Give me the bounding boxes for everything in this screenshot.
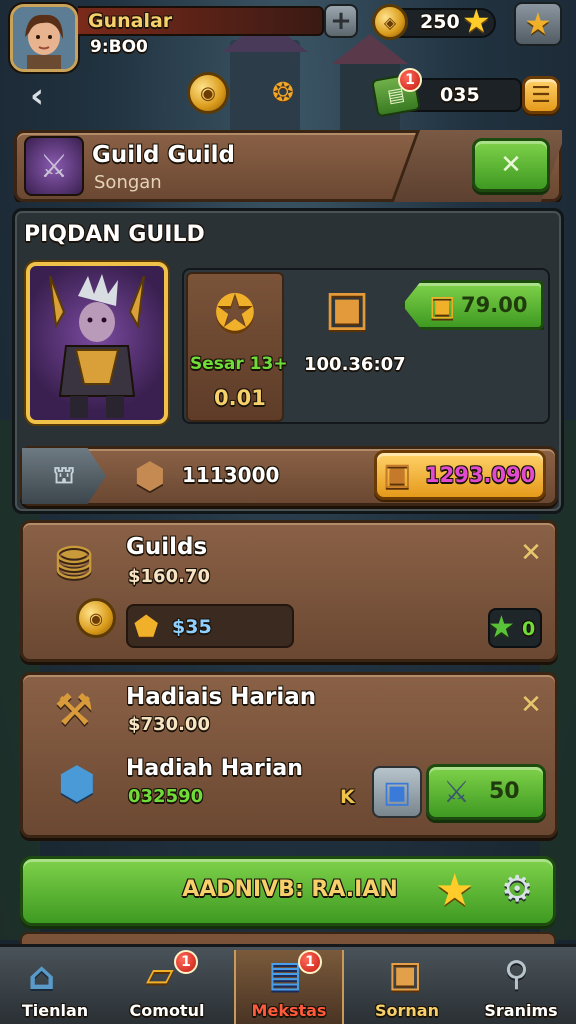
hero-portrait[interactable] bbox=[26, 262, 168, 424]
close-icon: ✕ bbox=[500, 150, 522, 180]
list-icon: ▤ bbox=[268, 954, 303, 995]
daily-title: Hadiais Harian bbox=[126, 684, 317, 710]
progress-reward-button[interactable]: ▣ 1293.090 bbox=[374, 450, 546, 500]
close-icon[interactable]: ✕ bbox=[514, 536, 548, 570]
castle-icon: ⛫ bbox=[52, 460, 76, 489]
green-star-icon: ★ bbox=[488, 610, 515, 645]
nav-item-2[interactable]: ▤ 1 Mekstas bbox=[234, 950, 344, 1024]
guild-card-subtitle: Songan bbox=[94, 172, 162, 193]
nav-item-3[interactable]: ▣ Sornan bbox=[352, 950, 462, 1024]
star-counter[interactable]: ★ 0 bbox=[488, 608, 542, 648]
star-icon: ★ bbox=[462, 2, 491, 40]
claim-daily-value: 50 bbox=[489, 779, 520, 804]
nav-label: Sranims bbox=[484, 1001, 558, 1020]
star-icon: ★ bbox=[524, 6, 552, 42]
nav-item-0[interactable]: ⌂ Tienlan bbox=[0, 950, 110, 1024]
gift-box-icon: ⬢ bbox=[57, 757, 97, 809]
gear-icon: ⚙ bbox=[501, 869, 534, 910]
guilds-title: Guilds bbox=[126, 534, 208, 560]
coin-emblem-icon: ◉ bbox=[200, 82, 216, 104]
menu-button[interactable]: ☰ bbox=[522, 76, 560, 114]
notification-badge: 1 bbox=[398, 68, 422, 92]
main-action-label: AADNIVB: RA.IAN bbox=[182, 877, 398, 902]
blue-crate-icon: ▣ bbox=[382, 774, 412, 810]
sword-crate-icon: ⚒ bbox=[54, 684, 94, 736]
item-slot[interactable]: ▣ bbox=[372, 766, 422, 818]
claim-daily-button[interactable]: ⚔ 50 bbox=[426, 764, 546, 820]
home-icon: ⌂ bbox=[28, 954, 56, 998]
star-icon: ★ bbox=[435, 865, 475, 916]
mail-value: 035 bbox=[440, 84, 480, 106]
daily-amount: $730.00 bbox=[128, 714, 210, 735]
gold-coin-button[interactable]: ◉ bbox=[187, 72, 229, 114]
close-icon[interactable]: ✕ bbox=[514, 688, 548, 722]
plus-icon: + bbox=[330, 6, 352, 36]
timer-value: 100.36:07 bbox=[304, 354, 406, 375]
bag-icon: ▣ bbox=[388, 954, 423, 995]
scroll-icon: ▱ bbox=[146, 954, 174, 995]
medal-icon: ❂ bbox=[272, 78, 294, 108]
progress-value: 1113000 bbox=[182, 463, 280, 487]
daily-sub-title: Hadiah Harian bbox=[126, 756, 303, 781]
star-counter-value: 0 bbox=[522, 618, 536, 640]
chest-icon: ▣ bbox=[324, 280, 370, 336]
guild-crest-icon: ⚔ bbox=[24, 136, 84, 196]
add-button[interactable]: + bbox=[324, 4, 358, 38]
nav-label: Tienlan bbox=[21, 1001, 89, 1020]
claim-reward-button[interactable]: ▣ 79.00 bbox=[402, 280, 544, 330]
close-guild-button[interactable]: ✕ bbox=[472, 138, 550, 192]
gem-icon: ⬟ bbox=[134, 610, 159, 643]
daily-sub-value: 032590 bbox=[128, 786, 204, 807]
player-subtext: 9:BO0 bbox=[90, 37, 148, 57]
season-label: Sesar 13+ bbox=[190, 354, 288, 374]
chevron-left-icon: ‹ bbox=[29, 76, 44, 116]
nav-label: Mekstas bbox=[251, 1001, 327, 1020]
guild-card-title: Guild Guild bbox=[92, 142, 235, 168]
nav-label: Comotul bbox=[129, 1001, 205, 1020]
nav-badge: 1 bbox=[298, 950, 322, 974]
box-icon: ▣ bbox=[383, 457, 412, 492]
favorites-button[interactable]: ★ bbox=[514, 2, 562, 46]
menu-icon: ☰ bbox=[531, 82, 551, 108]
progress-reward-value: 1293.090 bbox=[425, 463, 536, 487]
gold-coin-icon: ◈ bbox=[372, 4, 408, 40]
gem-value: $35 bbox=[172, 616, 212, 638]
nav-badge: 1 bbox=[174, 950, 198, 974]
player-name-bar: Gunalar bbox=[78, 6, 324, 36]
player-name: Gunalar bbox=[88, 10, 173, 32]
currency-value: 250 bbox=[420, 11, 460, 33]
main-action-button[interactable]: AADNIVB: RA.IAN ★ ⚙ bbox=[20, 856, 556, 926]
crate-icon: ⬢ bbox=[134, 455, 166, 497]
nav-item-4[interactable]: ⚲ Sranims bbox=[466, 950, 576, 1024]
sword-icon: ⚔ bbox=[443, 775, 470, 810]
season-value: 0.01 bbox=[214, 386, 266, 410]
avatar[interactable] bbox=[10, 4, 78, 72]
back-button[interactable]: ‹ bbox=[20, 76, 54, 116]
treasure-chest-icon: ⛃ bbox=[54, 536, 94, 590]
gold-coin-icon: ◉ bbox=[76, 598, 116, 638]
gem-field[interactable]: ⬟ $35 bbox=[126, 604, 294, 648]
nav-item-1[interactable]: ▱ 1 Comotul bbox=[112, 950, 222, 1024]
guilds-amount: $160.70 bbox=[128, 566, 210, 587]
nav-label: Sornan bbox=[375, 1001, 439, 1020]
profile-icon: ⚲ bbox=[504, 954, 529, 994]
box-icon: ▣ bbox=[429, 289, 456, 322]
k-label: K bbox=[340, 786, 355, 808]
gold-badge-icon: ✪ bbox=[214, 284, 256, 342]
reward-value: 79.00 bbox=[461, 293, 528, 317]
section-title: PIQDAN GUILD bbox=[24, 222, 205, 247]
